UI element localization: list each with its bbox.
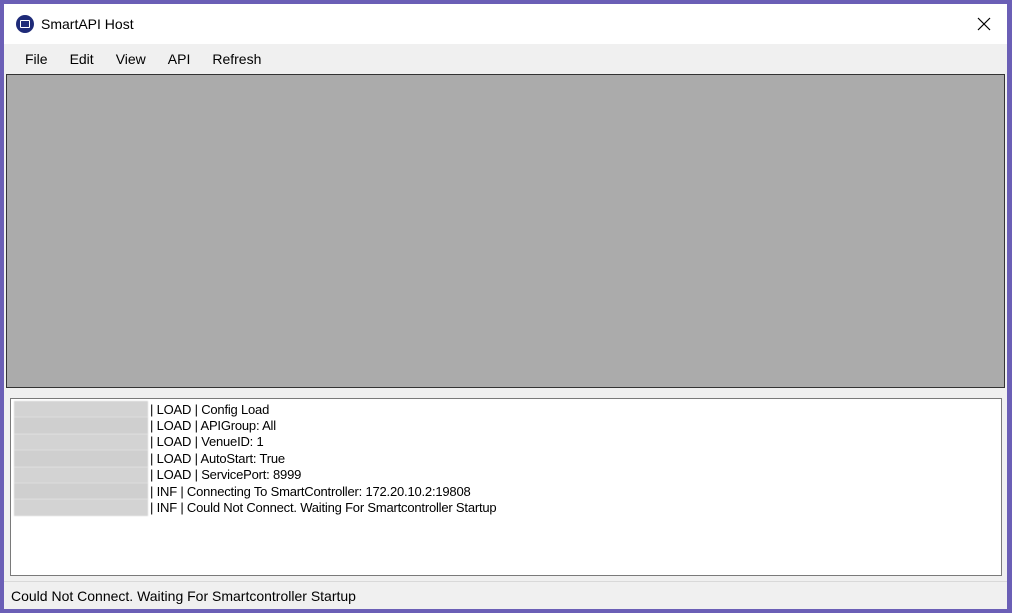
- redacted-timestamp: [14, 482, 148, 500]
- redacted-timestamp: [14, 466, 148, 483]
- title-bar[interactable]: SmartAPI Host: [4, 4, 1007, 44]
- redacted-timestamp: [14, 499, 148, 516]
- log-entry: | LOAD | Config Load: [14, 401, 496, 418]
- redacted-timestamp: [14, 433, 148, 451]
- log-entry: | LOAD | AutoStart: True: [14, 450, 496, 467]
- status-text: Could Not Connect. Waiting For Smartcont…: [11, 588, 356, 604]
- status-bar: Could Not Connect. Waiting For Smartcont…: [4, 581, 1007, 609]
- log-entry: | INF | Connecting To SmartController: 1…: [14, 482, 496, 500]
- redacted-timestamp: [14, 401, 148, 418]
- menu-file[interactable]: File: [14, 47, 59, 71]
- redacted-timestamp: [14, 450, 148, 467]
- main-display-panel: [6, 74, 1005, 388]
- menu-bar: File Edit View API Refresh: [4, 44, 1007, 74]
- log-entry: | LOAD | ServicePort: 8999: [14, 466, 496, 483]
- redacted-timestamp: [14, 417, 148, 434]
- log-panel[interactable]: | LOAD | Config Load | LOAD | APIGroup: …: [10, 398, 1002, 576]
- log-entry: | INF | Could Not Connect. Waiting For S…: [14, 499, 497, 516]
- close-icon: [977, 17, 991, 31]
- window-title: SmartAPI Host: [41, 16, 134, 32]
- log-entry: | LOAD | VenueID: 1: [14, 433, 496, 451]
- log-entry-text: | INF | Connecting To SmartController: 1…: [150, 483, 471, 499]
- app-window: SmartAPI Host File Edit View API Refresh…: [4, 4, 1007, 609]
- log-entry-text: | LOAD | AutoStart: True: [150, 450, 285, 466]
- menu-edit[interactable]: Edit: [59, 47, 105, 71]
- log-entry-text: | LOAD | Config Load: [150, 401, 270, 417]
- log-entry-text: | LOAD | VenueID: 1: [150, 434, 264, 450]
- menu-view[interactable]: View: [105, 47, 157, 71]
- menu-refresh[interactable]: Refresh: [201, 47, 272, 71]
- log-list: | LOAD | Config Load | LOAD | APIGroup: …: [14, 401, 497, 516]
- log-entry-text: | INF | Could Not Connect. Waiting For S…: [150, 500, 497, 516]
- close-button[interactable]: [961, 4, 1007, 44]
- app-monitor-icon: [16, 15, 34, 33]
- log-entry-text: | LOAD | ServicePort: 8999: [150, 467, 302, 483]
- menu-api[interactable]: API: [157, 47, 202, 71]
- log-entry: | LOAD | APIGroup: All: [14, 417, 496, 434]
- log-entry-text: | LOAD | APIGroup: All: [150, 418, 276, 434]
